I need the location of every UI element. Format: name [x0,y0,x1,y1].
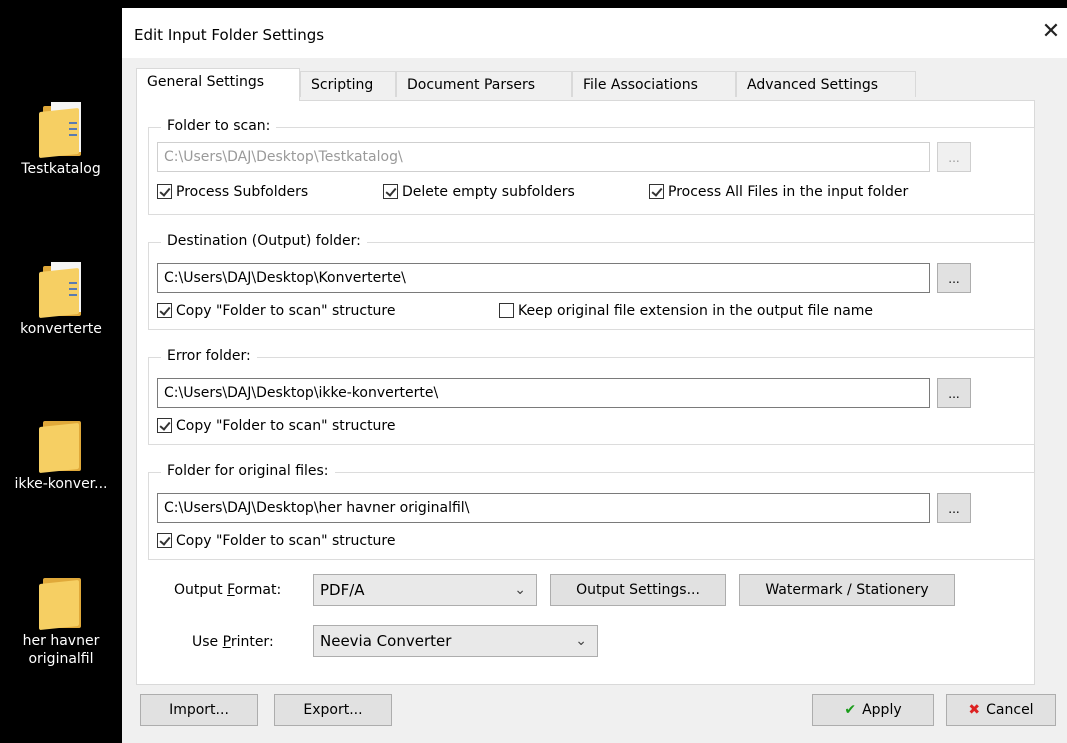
tab-general-settings[interactable]: General Settings [136,68,300,101]
browse-button[interactable]: ... [937,263,971,293]
checkmark-icon: ✔ [844,702,857,718]
desktop-icon-label: ikke-konver... [14,476,108,492]
delete-empty-subfolders-checkbox[interactable]: Delete empty subfolders [383,182,575,202]
desktop-icon-label: her havner originalfil [22,633,100,667]
browse-button[interactable]: ... [937,378,971,408]
group-title: Folder for original files: [161,463,335,479]
close-icon[interactable]: ✕ [1041,21,1061,43]
checkbox-unchecked-icon [499,303,514,318]
apply-button[interactable]: ✔ Apply [812,694,934,726]
use-printer-select[interactable]: Neevia Converter ⌄ [313,625,598,657]
import-button[interactable]: Import... [140,694,258,726]
keep-extension-checkbox[interactable]: Keep original file extension in the outp… [499,301,873,321]
use-printer-label: Use Printer: [192,634,274,650]
title-bar[interactable]: Edit Input Folder Settings ✕ [122,8,1067,58]
checkbox-checked-icon [649,184,664,199]
tab-file-associations[interactable]: File Associations [572,71,736,97]
watermark-stationery-button[interactable]: Watermark / Stationery [739,574,955,606]
group-title: Destination (Output) folder: [161,233,367,249]
browse-button[interactable]: ... [937,493,971,523]
folder-to-scan-group: Folder to scan: C:\Users\DAJ\Desktop\Tes… [148,118,1035,215]
copy-structure-checkbox[interactable]: Copy "Folder to scan" structure [157,531,396,551]
desktop-icon-label: Testkatalog [21,161,101,177]
desktop-icon-konverterte[interactable]: konverterte [0,260,122,338]
chevron-down-icon: ⌄ [514,582,526,598]
folder-icon [39,572,83,631]
group-title: Folder to scan: [161,118,277,134]
output-format-select[interactable]: PDF/A ⌄ [313,574,537,606]
chevron-down-icon: ⌄ [575,633,587,649]
folder-to-scan-input[interactable]: C:\Users\DAJ\Desktop\Testkatalog\ [157,142,930,172]
desktop-icon-ikke-konverterte[interactable]: ikke-konver... [0,415,122,493]
group-title: Error folder: [161,348,257,364]
checkbox-checked-icon [157,303,172,318]
error-folder-input[interactable]: C:\Users\DAJ\Desktop\ikke-konverterte\ [157,378,930,408]
tab-advanced-settings[interactable]: Advanced Settings [736,71,916,97]
copy-structure-checkbox[interactable]: Copy "Folder to scan" structure [157,416,396,436]
checkbox-checked-icon [383,184,398,199]
original-files-input[interactable]: C:\Users\DAJ\Desktop\her havner original… [157,493,930,523]
destination-folder-group: Destination (Output) folder: C:\Users\DA… [148,233,1035,330]
original-files-group: Folder for original files: C:\Users\DAJ\… [148,463,1035,560]
checkbox-checked-icon [157,184,172,199]
desktop-icon-testkatalog[interactable]: Testkatalog [0,100,122,178]
dialog-title: Edit Input Folder Settings [134,26,325,44]
edit-input-folder-dialog: Edit Input Folder Settings ✕ General Set… [122,8,1067,743]
cancel-x-icon: ✖ [968,702,981,718]
copy-structure-checkbox[interactable]: Copy "Folder to scan" structure [157,301,396,321]
folder-icon [39,260,83,319]
output-format-label: Output Format: [174,582,282,598]
process-subfolders-checkbox[interactable]: Process Subfolders [157,182,308,202]
output-settings-button[interactable]: Output Settings... [550,574,726,606]
cancel-button[interactable]: ✖ Cancel [946,694,1056,726]
destination-folder-input[interactable]: C:\Users\DAJ\Desktop\Konverterte\ [157,263,930,293]
checkbox-checked-icon [157,533,172,548]
folder-icon [39,415,83,474]
desktop-icon-her-havner[interactable]: her havner originalfil [0,572,122,668]
tab-scripting[interactable]: Scripting [300,71,396,97]
export-button[interactable]: Export... [274,694,392,726]
desktop-icon-label: konverterte [20,321,102,337]
error-folder-group: Error folder: C:\Users\DAJ\Desktop\ikke-… [148,348,1035,445]
browse-button[interactable]: ... [937,142,971,172]
checkbox-checked-icon [157,418,172,433]
folder-icon [39,100,83,159]
process-all-files-checkbox[interactable]: Process All Files in the input folder [649,182,908,202]
tab-document-parsers[interactable]: Document Parsers [396,71,572,97]
